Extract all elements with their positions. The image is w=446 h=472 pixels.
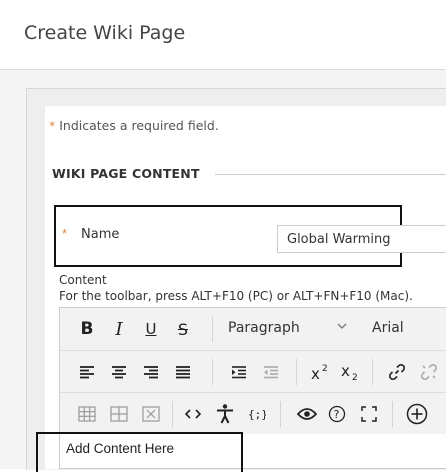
toolbar-row-2: x2 x2	[60, 350, 446, 393]
toolbar-hint: For the toolbar, press ALT+F10 (PC) or A…	[59, 289, 413, 303]
name-input[interactable]: Global Warming	[277, 225, 446, 253]
format-select-value: Paragraph	[228, 320, 300, 336]
section-heading: WIKI PAGE CONTENT	[52, 166, 200, 181]
align-justify-icon[interactable]	[168, 351, 198, 393]
toolbar-separator	[172, 401, 173, 427]
svg-text:2: 2	[322, 364, 328, 374]
source-code-icon[interactable]	[178, 393, 208, 435]
superscript-icon[interactable]: x2	[306, 351, 336, 393]
editor-toolbar: B I U S Paragraph Arial x 2 x 2 {;} ?	[60, 308, 446, 434]
outdent-icon[interactable]	[256, 351, 286, 393]
svg-text:{;}: {;}	[248, 408, 266, 421]
format-select[interactable]: Paragraph Arial	[220, 308, 410, 350]
align-left-icon[interactable]	[72, 351, 102, 393]
section-divider	[215, 174, 446, 175]
editor-content-text[interactable]: Add Content Here	[66, 441, 174, 456]
svg-text:x: x	[311, 365, 320, 381]
chevron-down-icon	[336, 320, 348, 332]
subscript-icon[interactable]: x2	[336, 351, 366, 393]
svg-text:x: x	[341, 363, 350, 380]
required-note: * Indicates a required field.	[49, 118, 219, 133]
required-star: *	[49, 118, 56, 133]
toolbar-row-3: {;} ?	[60, 392, 446, 435]
toolbar-separator	[372, 359, 373, 385]
table-props-icon[interactable]	[104, 393, 134, 435]
insert-table-icon[interactable]	[72, 393, 102, 435]
strikethrough-icon[interactable]: S	[168, 308, 198, 350]
insert-variable-icon[interactable]: {;}	[242, 393, 272, 435]
required-note-text: Indicates a required field.	[59, 118, 219, 133]
svg-text:2: 2	[352, 373, 358, 381]
italic-icon[interactable]: I	[104, 308, 134, 350]
link-icon[interactable]	[382, 351, 412, 393]
font-select-value[interactable]: Arial	[372, 320, 404, 336]
name-label: Name	[81, 227, 120, 242]
toolbar-separator	[280, 401, 281, 427]
content-label: Content	[59, 273, 107, 287]
page-title: Create Wiki Page	[24, 22, 186, 44]
name-required-star: *	[62, 226, 68, 241]
svg-text:?: ?	[334, 408, 340, 421]
toolbar-separator	[296, 359, 297, 385]
underline-icon[interactable]: U	[136, 308, 166, 350]
align-right-icon[interactable]	[136, 351, 166, 393]
toolbar-separator	[392, 401, 393, 427]
unlink-icon[interactable]	[414, 351, 444, 393]
toolbar-separator	[212, 316, 213, 342]
preview-icon[interactable]	[292, 393, 322, 435]
toolbar-row-1: B I U S Paragraph Arial	[60, 308, 446, 350]
bold-icon[interactable]: B	[72, 308, 102, 350]
align-center-icon[interactable]	[104, 351, 134, 393]
add-content-icon[interactable]	[402, 393, 432, 435]
accessibility-icon[interactable]	[210, 393, 240, 435]
help-icon[interactable]: ?	[322, 393, 352, 435]
fullscreen-icon[interactable]	[354, 393, 384, 435]
indent-icon[interactable]	[224, 351, 254, 393]
delete-table-icon[interactable]	[136, 393, 166, 435]
toolbar-separator	[212, 359, 213, 385]
